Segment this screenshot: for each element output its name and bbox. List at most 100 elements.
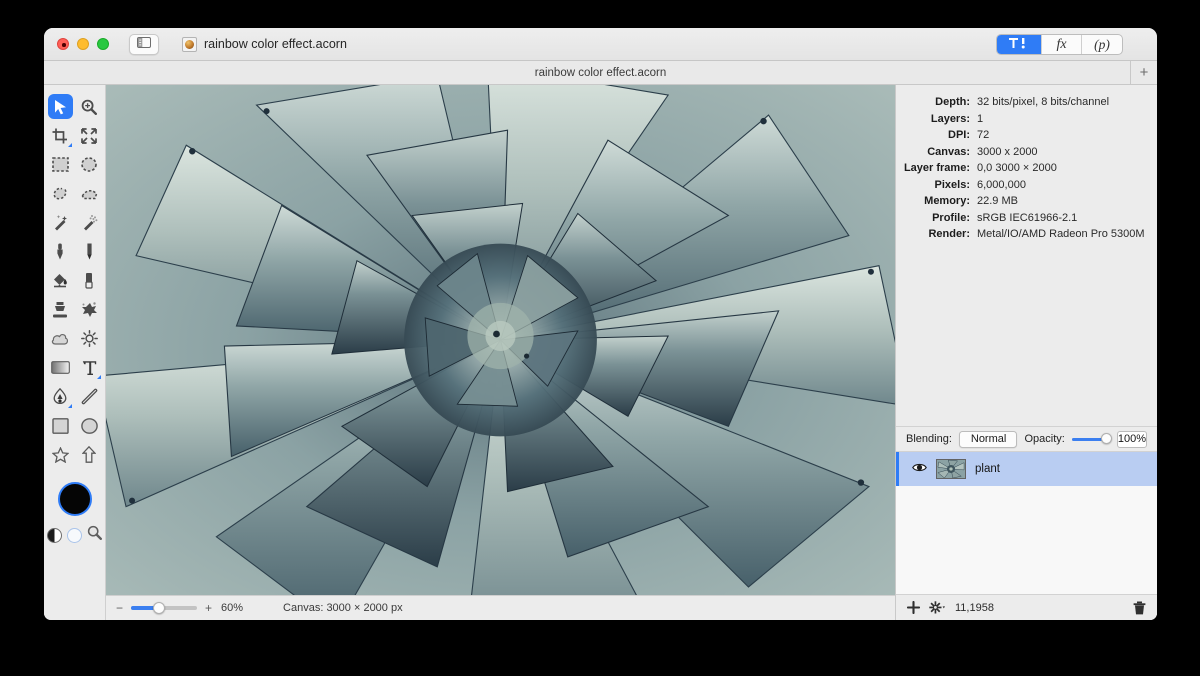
- crop-tool[interactable]: [48, 123, 73, 148]
- acorn-document-icon: [182, 36, 197, 52]
- arrow-shape-tool[interactable]: [77, 442, 102, 467]
- tool-options-badge: [96, 375, 101, 379]
- info-value: sRGB IEC61966-2.1: [977, 211, 1078, 224]
- minimize-button[interactable]: [77, 38, 89, 50]
- info-row-canvas: Canvas: 3000 x 2000: [896, 144, 1157, 160]
- tools-inspector-icon: [1008, 37, 1030, 53]
- traffic-light-group: [57, 38, 109, 50]
- paint-bucket-tool[interactable]: [48, 268, 73, 293]
- segment-palette[interactable]: (p): [1082, 35, 1122, 54]
- info-key: Render:: [928, 228, 970, 240]
- info-value: 3000 x 2000: [977, 145, 1038, 158]
- desktop-background: rainbow color effect.acorn fx (p) rainbo…: [0, 0, 1200, 676]
- rectangular-select-tool[interactable]: [48, 152, 73, 177]
- opacity-slider[interactable]: [1071, 433, 1112, 444]
- zoom-slider-knob[interactable]: [152, 602, 165, 614]
- info-row-dpi: DPI: 72: [896, 127, 1157, 143]
- delete-layer-button[interactable]: [1133, 601, 1146, 615]
- layer-settings-button[interactable]: [929, 601, 946, 614]
- zoom-statusbar: − + 60% Canvas: 3000 × 2000 px: [106, 595, 895, 620]
- eraser-tool[interactable]: [77, 268, 102, 293]
- segment-filters[interactable]: fx: [1042, 35, 1082, 54]
- layer-coordinates: 11,1958: [955, 601, 994, 614]
- move-tool[interactable]: [47, 94, 73, 119]
- swap-colors-icon[interactable]: [47, 527, 62, 543]
- blur-tool[interactable]: [48, 326, 73, 351]
- canvas-size-label: Canvas: 3000 × 2000 px: [283, 602, 403, 614]
- acorn-window: rainbow color effect.acorn fx (p) rainbo…: [44, 28, 1157, 620]
- layers-list[interactable]: plant: [896, 452, 1157, 594]
- fx-icon: fx: [1056, 36, 1067, 52]
- background-color-well[interactable]: [67, 527, 82, 543]
- tool-options-badge: [67, 143, 72, 147]
- opacity-slider-fill: [1071, 437, 1104, 441]
- gradient-tool[interactable]: [48, 355, 73, 380]
- rectangle-shape-tool[interactable]: [48, 413, 73, 438]
- elliptical-select-tool[interactable]: [77, 152, 102, 177]
- info-value: 22.9 MB: [977, 195, 1018, 207]
- opacity-label: Opacity:: [1024, 433, 1065, 445]
- inspector-segmented-control[interactable]: fx (p): [996, 34, 1123, 55]
- canvas-area[interactable]: − + 60% Canvas: 3000 × 2000 px: [106, 85, 895, 620]
- opacity-value: 100%: [1117, 433, 1146, 445]
- info-key: DPI:: [948, 129, 970, 141]
- zoom-tool[interactable]: [77, 94, 102, 119]
- bezier-pen-tool[interactable]: [48, 384, 73, 409]
- paint-brush-tool[interactable]: [48, 239, 73, 264]
- new-tab-button[interactable]: +: [1130, 61, 1157, 84]
- layer-thumbnail: [936, 459, 966, 479]
- inspector-empty-area: [896, 243, 1157, 427]
- layer-name[interactable]: plant: [975, 463, 1000, 475]
- magic-wand-tool[interactable]: [48, 210, 73, 235]
- zoom-in-button[interactable]: +: [204, 601, 213, 615]
- transform-tool[interactable]: [77, 123, 102, 148]
- document-artwork[interactable]: [106, 85, 895, 595]
- inspector-panel: Depth: 32 bits/pixel, 8 bits/channel Lay…: [895, 85, 1157, 620]
- info-key: Layer frame:: [903, 162, 970, 174]
- document-tab[interactable]: rainbow color effect.acorn: [535, 67, 666, 79]
- zoom-out-button[interactable]: −: [115, 601, 124, 615]
- dodge-burn-tool[interactable]: [77, 326, 102, 351]
- line-tool[interactable]: [77, 384, 102, 409]
- zoom-slider[interactable]: [131, 602, 197, 614]
- blending-mode-select[interactable]: Normal ▲▼: [958, 430, 1018, 448]
- layer-row-plant[interactable]: plant: [896, 452, 1157, 486]
- segment-tools[interactable]: [997, 35, 1042, 54]
- blending-label: Blending:: [906, 433, 952, 445]
- color-picker-loupe-icon[interactable]: [87, 525, 102, 545]
- sidebar-toggle-icon: [137, 35, 151, 53]
- smudge-tool[interactable]: [77, 297, 102, 322]
- tool-options-badge: [67, 404, 72, 408]
- clone-stamp-tool[interactable]: [48, 297, 73, 322]
- info-row-profile: Profile: sRGB IEC61966-2.1: [896, 210, 1157, 226]
- lasso-select-tool[interactable]: [48, 181, 73, 206]
- pencil-tool[interactable]: [77, 239, 102, 264]
- add-layer-button[interactable]: [907, 601, 920, 614]
- info-row-layers: Layers: 1: [896, 111, 1157, 127]
- sidebar-toggle-button[interactable]: [129, 33, 159, 55]
- layer-visibility-icon[interactable]: [912, 462, 927, 476]
- opacity-slider-knob[interactable]: [1100, 433, 1112, 444]
- agave-succulent-image: [106, 85, 895, 595]
- text-tool[interactable]: [77, 355, 102, 380]
- close-button[interactable]: [57, 38, 69, 50]
- info-value: Metal/IO/AMD Radeon Pro 5300M: [977, 228, 1145, 240]
- palette-icon: (p): [1094, 36, 1110, 52]
- instant-alpha-tool[interactable]: [77, 210, 102, 235]
- info-key: Canvas:: [927, 145, 970, 158]
- info-row-depth: Depth: 32 bits/pixel, 8 bits/channel: [896, 94, 1157, 110]
- document-title-chip[interactable]: rainbow color effect.acorn: [182, 36, 347, 52]
- polygon-select-tool[interactable]: [77, 181, 102, 206]
- info-key: Layers:: [930, 112, 970, 125]
- document-tabbar: rainbow color effect.acorn +: [44, 61, 1157, 85]
- info-key: Depth:: [935, 96, 970, 108]
- info-value: 32 bits/pixel, 8 bits/channel: [977, 96, 1110, 108]
- ellipse-shape-tool[interactable]: [77, 413, 102, 438]
- opacity-field[interactable]: 100%: [1116, 430, 1147, 448]
- blending-row: Blending: Normal ▲▼ Opacity: 100%: [896, 426, 1157, 452]
- info-row-memory: Memory: 22.9 MB: [896, 193, 1157, 209]
- zoom-button[interactable]: [97, 38, 109, 50]
- document-info-table: Depth: 32 bits/pixel, 8 bits/channel Lay…: [896, 85, 1157, 243]
- star-shape-tool[interactable]: [48, 442, 73, 467]
- foreground-color-well[interactable]: [57, 482, 92, 516]
